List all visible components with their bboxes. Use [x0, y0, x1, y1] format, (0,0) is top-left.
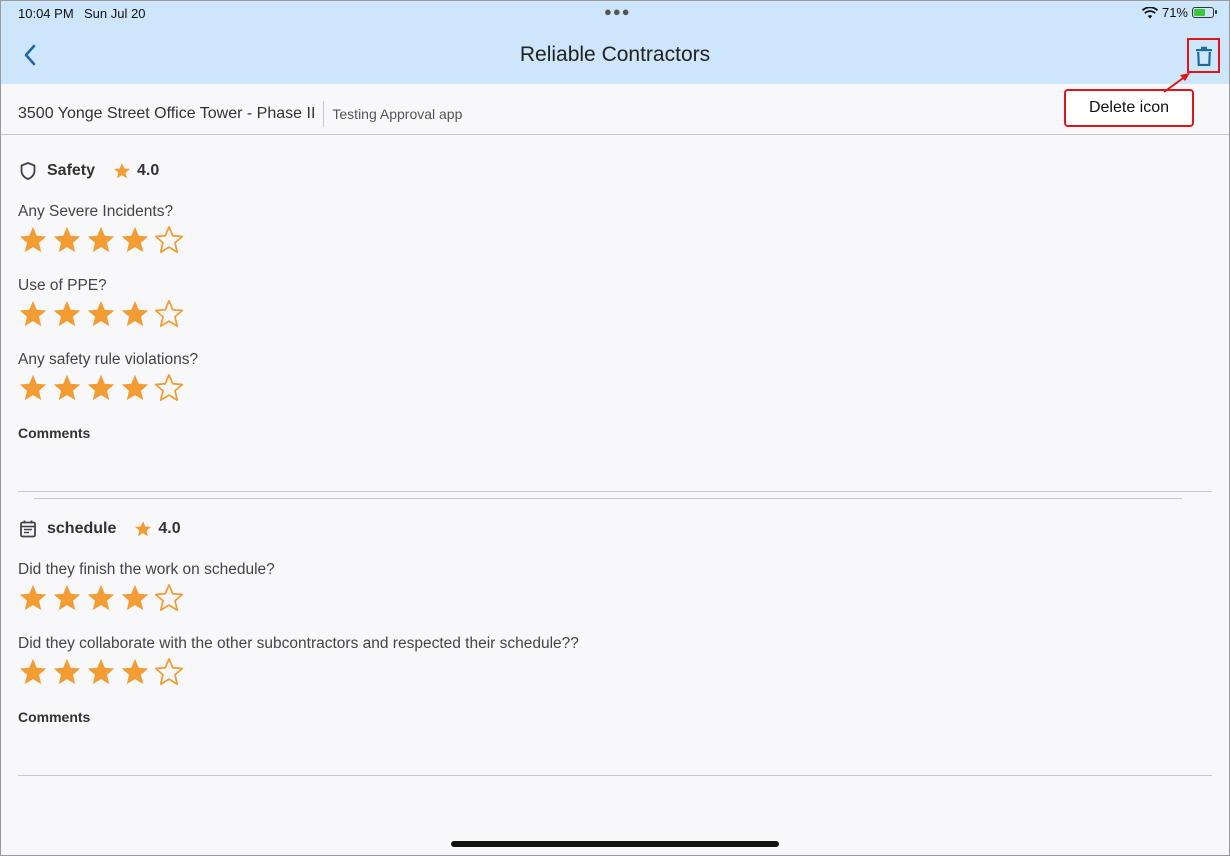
star-filled-icon[interactable]	[120, 583, 150, 613]
star-filled-icon[interactable]	[18, 225, 48, 255]
top-bar: 10:04 PM Sun Jul 20 ●●● 71% Reliable Con…	[0, 0, 1230, 84]
star-filled-icon[interactable]	[18, 657, 48, 687]
star-filled-icon[interactable]	[18, 583, 48, 613]
star-empty-icon[interactable]	[154, 373, 184, 403]
star-empty-icon[interactable]	[154, 299, 184, 329]
comments-label: Comments	[18, 425, 91, 441]
question-label: Use of PPE?	[18, 277, 107, 294]
battery-fill	[1194, 9, 1206, 16]
star-filled-icon[interactable]	[120, 299, 150, 329]
status-right: 71%	[1141, 5, 1217, 20]
star-empty-icon[interactable]	[154, 225, 184, 255]
delete-icon-callout: Delete icon	[1064, 89, 1194, 127]
star-filled-icon[interactable]	[120, 225, 150, 255]
battery-icon	[1192, 7, 1217, 18]
shield-icon	[20, 162, 36, 180]
comments-field-underline[interactable]	[18, 775, 1212, 776]
section-label: Safety	[47, 162, 96, 179]
trash-icon	[1195, 46, 1212, 66]
star-empty-icon[interactable]	[154, 657, 184, 687]
project-name: 3500 Yonge Street Office Tower - Phase I…	[18, 101, 325, 127]
star-filled-icon[interactable]	[52, 583, 82, 613]
star-filled-icon[interactable]	[86, 583, 116, 613]
star-filled-icon[interactable]	[86, 299, 116, 329]
delete-button[interactable]	[1187, 38, 1220, 73]
section-header-schedule: schedule 4.0	[18, 519, 181, 539]
star-filled-icon[interactable]	[52, 373, 82, 403]
section-header-safety: Safety 4.0	[18, 161, 159, 181]
question-label: Any safety rule violations?	[18, 351, 199, 368]
section-rating: 4.0	[137, 162, 160, 179]
multitasking-dots-icon[interactable]: ●●●	[604, 4, 631, 19]
star-empty-icon[interactable]	[154, 583, 184, 613]
star-rating[interactable]	[18, 583, 184, 613]
project-subtitle: Testing Approval app	[332, 106, 463, 122]
star-filled-icon[interactable]	[52, 299, 82, 329]
divider	[0, 134, 1230, 135]
project-bar: 3500 Yonge Street Office Tower - Phase I…	[18, 101, 462, 127]
star-rating[interactable]	[18, 299, 184, 329]
question-label: Did they collaborate with the other subc…	[18, 635, 579, 652]
star-filled-icon[interactable]	[18, 299, 48, 329]
section-divider	[34, 498, 1182, 499]
question-label: Any Severe Incidents?	[18, 203, 174, 220]
star-filled-icon[interactable]	[52, 225, 82, 255]
battery-percent: 71%	[1161, 5, 1188, 20]
comments-field-underline[interactable]	[18, 491, 1212, 492]
home-indicator[interactable]	[451, 841, 779, 847]
wifi-icon	[1141, 6, 1158, 18]
question-label: Did they finish the work on schedule?	[18, 561, 275, 578]
status-time: 10:04 PM	[18, 6, 74, 21]
calendar-icon	[20, 520, 36, 538]
star-filled-icon[interactable]	[86, 373, 116, 403]
status-date: Sun Jul 20	[84, 6, 146, 21]
star-rating[interactable]	[18, 225, 184, 255]
section-label: schedule	[47, 520, 117, 537]
star-rating[interactable]	[18, 657, 184, 687]
star-filled-icon[interactable]	[18, 373, 48, 403]
star-filled-icon[interactable]	[120, 657, 150, 687]
section-rating: 4.0	[158, 520, 181, 537]
star-filled-icon[interactable]	[120, 373, 150, 403]
star-rating[interactable]	[18, 373, 184, 403]
page-title: Reliable Contractors	[519, 43, 711, 66]
star-icon	[114, 163, 130, 179]
callout-arrow	[1163, 73, 1190, 93]
comments-label: Comments	[18, 709, 91, 725]
star-filled-icon[interactable]	[52, 657, 82, 687]
star-filled-icon[interactable]	[86, 225, 116, 255]
star-filled-icon[interactable]	[86, 657, 116, 687]
star-icon	[135, 521, 152, 537]
